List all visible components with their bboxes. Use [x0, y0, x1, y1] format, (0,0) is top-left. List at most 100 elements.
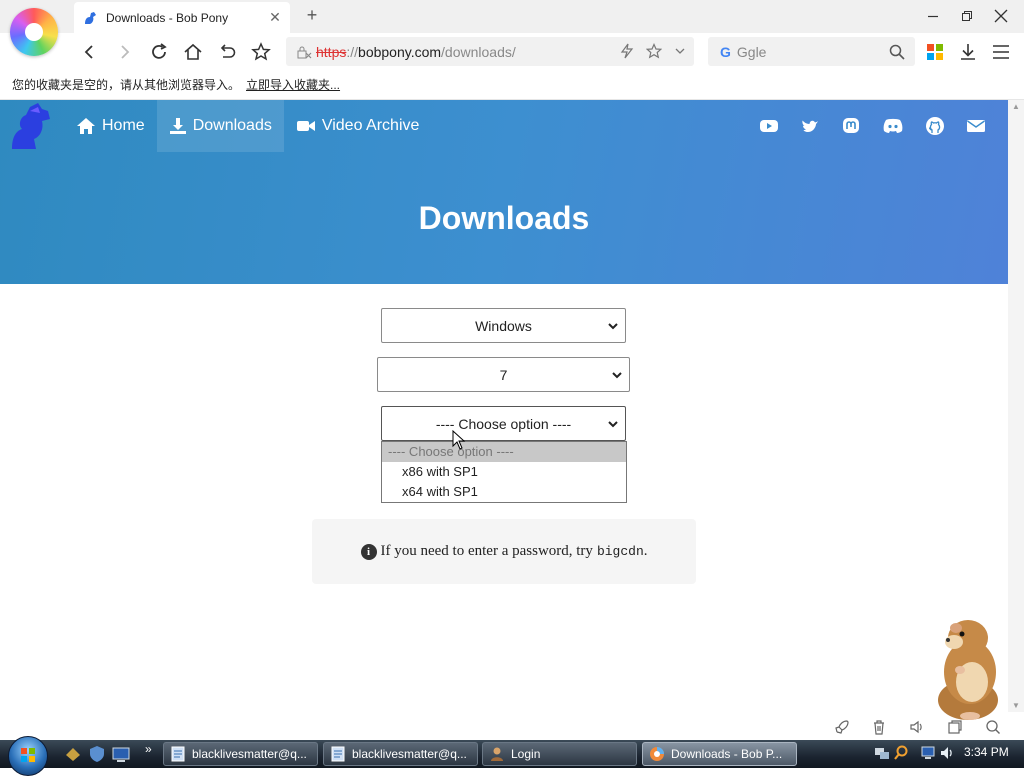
address-bar[interactable]: https://bobpony.com/downloads/	[286, 37, 694, 66]
restore-button[interactable]	[952, 4, 982, 28]
taskbar-clock[interactable]: 3:34 PM	[964, 745, 1009, 759]
dropdown-option[interactable]: x86 with SP1	[382, 462, 626, 482]
password-hint-text: If you need to enter a password, try	[380, 543, 593, 559]
site-navbar: Home Downloads Video Archive	[0, 100, 1008, 152]
tray-volume-icon[interactable]	[939, 745, 955, 761]
show-desktop-icon[interactable]	[112, 745, 130, 763]
bookmarks-empty-message: 您的收藏夹是空的，请从其他浏览器导入。	[12, 78, 241, 92]
info-icon: i	[360, 543, 377, 560]
site-logo[interactable]	[0, 100, 64, 152]
tab-strip: Downloads - Bob Pony ✕ +	[0, 0, 1024, 33]
tray-search-icon[interactable]	[893, 745, 909, 761]
tray-network-icon[interactable]	[874, 745, 890, 761]
minimize-button[interactable]	[918, 4, 948, 28]
navigation-toolbar: https://bobpony.com/downloads/ G Ggle	[0, 33, 1024, 70]
github-icon[interactable]	[925, 116, 945, 136]
tab-close-icon[interactable]: ✕	[268, 9, 282, 26]
search-engine-g-icon: G	[720, 43, 731, 60]
password-hint-box: i If you need to enter a password, try b…	[312, 519, 696, 584]
favorite-button[interactable]	[248, 39, 274, 65]
dropdown-option[interactable]: x64 with SP1	[382, 482, 626, 502]
taskbar-item-active[interactable]: Downloads - Bob P...	[642, 742, 797, 766]
rocket-icon[interactable]	[834, 719, 850, 735]
nav-home[interactable]: Home	[64, 100, 157, 152]
mouse-cursor-icon	[452, 430, 466, 450]
reload-button[interactable]	[146, 39, 172, 65]
password-hint-end: .	[643, 543, 648, 559]
forward-arrow-icon	[121, 45, 130, 59]
reload-icon	[152, 43, 167, 59]
taskbar-item-label: Downloads - Bob P...	[671, 747, 783, 761]
page-scrollbar[interactable]: ▲ ▼	[1008, 100, 1024, 712]
browser-tab[interactable]: Downloads - Bob Pony ✕	[74, 2, 290, 33]
bob-pony-logo-icon	[12, 103, 50, 149]
hero-banner: Home Downloads Video Archive Downloads	[0, 100, 1008, 284]
new-tab-button[interactable]: +	[302, 4, 322, 26]
chevron-down-icon	[608, 421, 618, 428]
taskbar-item[interactable]: blacklivesmatter@q...	[163, 742, 318, 766]
apps-button[interactable]	[922, 39, 948, 65]
home-button[interactable]	[180, 39, 206, 65]
version-select-value: 7	[499, 366, 508, 383]
restore-icon	[962, 11, 972, 21]
import-bookmarks-link[interactable]: 立即导入收藏夹...	[246, 76, 340, 93]
dropdown-option[interactable]: ---- Choose option ----	[382, 442, 626, 462]
bookmarks-bar: 您的收藏夹是空的，请从其他浏览器导入。 立即导入收藏夹...	[0, 70, 1024, 100]
edition-select[interactable]: ---- Choose option ----	[381, 406, 626, 441]
os-select-value: Windows	[475, 317, 532, 334]
mastodon-icon[interactable]	[841, 116, 861, 136]
menu-button[interactable]	[988, 39, 1014, 65]
web-page: Home Downloads Video Archive Downloads W…	[0, 100, 1008, 712]
version-select[interactable]: 7	[377, 357, 630, 392]
taskbar-item-label: Login	[511, 747, 541, 761]
taskbar-item[interactable]: Login	[482, 742, 637, 766]
document-icon	[171, 746, 185, 762]
quicklaunch-overflow-icon[interactable]: »	[145, 742, 152, 756]
browser-logo-icon[interactable]	[10, 8, 58, 56]
lightning-icon[interactable]	[620, 43, 634, 59]
scroll-down-icon[interactable]: ▼	[1012, 701, 1020, 710]
bookmark-star-icon[interactable]	[646, 43, 662, 59]
taskbar-item-label: blacklivesmatter@q...	[352, 747, 467, 761]
undo-closed-tab-button[interactable]	[214, 39, 240, 65]
quicklaunch-shield-icon[interactable]	[88, 745, 106, 763]
start-button[interactable]	[8, 736, 48, 776]
nav-home-label: Home	[102, 117, 145, 134]
quicklaunch-app-icon[interactable]	[64, 745, 82, 763]
taskbar-item[interactable]: blacklivesmatter@q...	[323, 742, 478, 766]
taskbar-item-label: blacklivesmatter@q...	[192, 747, 307, 761]
twitter-icon[interactable]	[800, 116, 820, 136]
search-icon[interactable]	[889, 44, 905, 60]
hamburger-menu-icon	[993, 45, 1009, 59]
social-links	[759, 116, 986, 136]
nav-downloads[interactable]: Downloads	[156, 100, 284, 152]
password-value: bigcdn	[596, 544, 644, 559]
discord-icon[interactable]	[882, 116, 904, 136]
nav-video-archive-label: Video Archive	[321, 117, 420, 134]
email-icon[interactable]	[966, 116, 986, 136]
downloads-button[interactable]	[955, 39, 981, 65]
close-window-button[interactable]	[986, 4, 1016, 28]
scroll-up-icon[interactable]: ▲	[1012, 102, 1020, 111]
trash-icon[interactable]	[871, 719, 887, 735]
tab-title: Downloads - Bob Pony	[106, 10, 229, 25]
tray-display-icon[interactable]	[920, 745, 936, 761]
close-icon	[994, 9, 1008, 23]
chevron-down-icon	[612, 372, 622, 379]
youtube-icon[interactable]	[759, 116, 779, 136]
url-path: /downloads/	[441, 43, 516, 60]
download-icon	[169, 118, 186, 134]
nav-video-archive[interactable]: Video Archive	[284, 100, 432, 152]
url-protocol: https	[316, 43, 347, 60]
windows-logo-icon	[21, 748, 35, 762]
os-select[interactable]: Windows	[381, 308, 626, 343]
browser-status-bar	[0, 712, 1024, 740]
nav-downloads-label: Downloads	[192, 117, 272, 134]
chevron-down-icon[interactable]	[674, 43, 686, 59]
back-button[interactable]	[77, 39, 103, 65]
undo-icon	[220, 44, 236, 58]
forward-button[interactable]	[111, 39, 137, 65]
star-outline-icon	[251, 42, 271, 61]
home-icon	[77, 118, 95, 134]
search-box[interactable]: G Ggle	[708, 37, 915, 66]
